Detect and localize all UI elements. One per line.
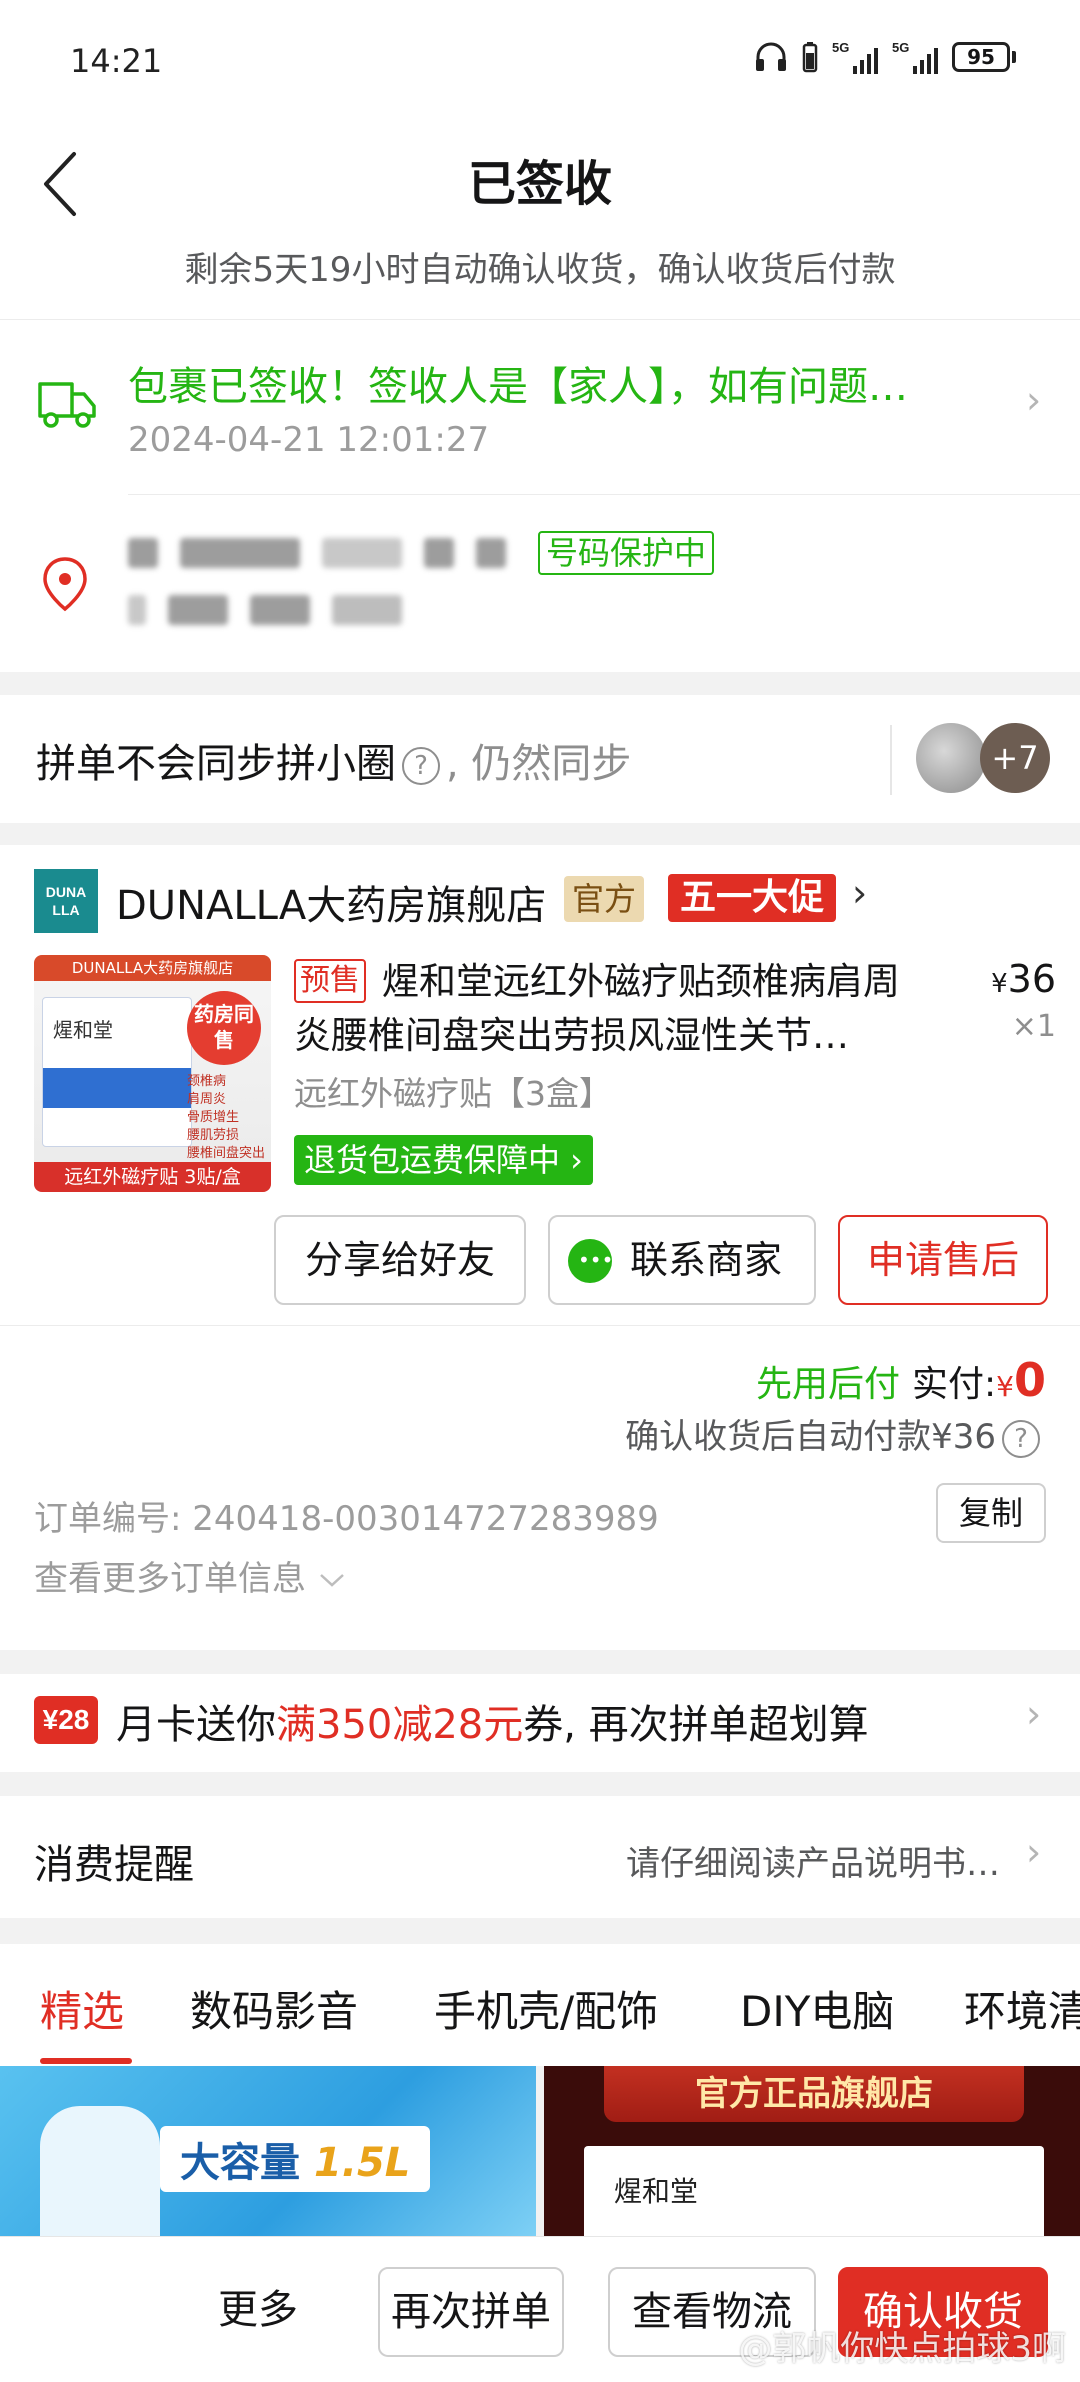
chevron-right-icon[interactable]: ›	[852, 871, 867, 915]
coupon-icon: ¥28	[34, 1696, 98, 1744]
more-order-info-link[interactable]: 查看更多订单信息	[34, 1551, 347, 1600]
location-pin-icon	[43, 557, 87, 612]
tab-digital-av[interactable]: 数码影音	[190, 1978, 358, 2039]
recommend-label: 大容量 1.5L	[160, 2126, 431, 2192]
headphones-icon	[756, 42, 786, 71]
redacted-address	[250, 595, 310, 625]
vertical-divider	[890, 725, 892, 795]
status-time: 14:21	[70, 42, 163, 80]
order-card: DUNA LLA DUNALLA大药房旗舰店 官方 五一大促 › DUNALLA…	[0, 845, 1080, 1650]
contact-seller-button[interactable]: ••• 联系商家	[548, 1215, 816, 1305]
battery-level: 95	[952, 42, 1010, 72]
promo-badge: 五一大促	[668, 874, 837, 922]
monthly-card-coupon-row[interactable]: ¥28 月卡送你满350减28元券, 再次拼单超划算 ›	[0, 1650, 1080, 1772]
bottle-image	[40, 2106, 160, 2236]
avatar	[916, 723, 986, 793]
shop-logo: DUNA LLA	[34, 869, 98, 933]
redacted-phone	[424, 538, 454, 568]
redacted-address	[128, 595, 146, 625]
more-button[interactable]: 更多	[218, 2277, 298, 2335]
phone-battery-icon	[802, 42, 818, 73]
autopay-note: 确认收货后自动付款¥36?	[625, 1409, 1046, 1458]
payment-summary: 先用后付 实付:¥0	[756, 1353, 1046, 1407]
recommend-item[interactable]: 官方正品旗舰店 煋和堂	[544, 2066, 1080, 2236]
recipient-info: 号码保护中	[128, 531, 715, 575]
recommend-tabs: 精选 数码影音 手机壳/配饰 DIY电脑 环境清	[0, 1944, 1080, 2066]
order-header: 已签收 剩余5天19小时自动确认收货，确认收货后付款	[0, 120, 1080, 320]
active-tab-indicator	[40, 2058, 132, 2064]
reminder-title: 消费提醒	[34, 1842, 194, 1888]
watermark: @郭帆你快点拍球3啊	[738, 2329, 1066, 2369]
page-title: 已签收	[467, 156, 612, 212]
signal-icon-2: 5G	[892, 40, 938, 74]
pharmacy-stamp: 药房同售	[187, 991, 261, 1065]
coupon-text: 月卡送你满350减28元券, 再次拼单超划算	[116, 1702, 869, 1748]
chat-icon: •••	[568, 1239, 613, 1283]
phone-protection-badge: 号码保护中	[538, 531, 715, 575]
product-image[interactable]: DUNALLA大药房旗舰店 煋和堂 药房同售 颈椎病 肩周炎 骨质增生 腰肌劳损…	[34, 955, 271, 1192]
redacted-name	[128, 538, 158, 568]
official-store-banner: 官方正品旗舰店	[604, 2066, 1024, 2122]
tab-featured[interactable]: 精选	[40, 1978, 124, 2039]
copy-button[interactable]: 复制	[936, 1483, 1046, 1543]
signal-icon-1: 5G	[832, 40, 878, 74]
paid-label: 实付:	[912, 1364, 997, 1405]
product-image-footer: 远红外磁疗贴 3贴/盒	[34, 1162, 271, 1192]
shop-name[interactable]: DUNALLA大药房旗舰店	[116, 873, 546, 931]
chevron-right-icon: ›	[1026, 1830, 1042, 1874]
status-icons: 5G 5G 95	[754, 40, 1016, 74]
address-detail	[128, 595, 424, 625]
more-members-avatar[interactable]: +7	[980, 723, 1050, 793]
product-quantity: ×1	[1011, 1009, 1056, 1044]
logistics-time: 2024-04-21 12:01:27	[128, 420, 490, 460]
return-shipping-badge[interactable]: 退货包运费保障中 ›	[294, 1135, 593, 1185]
redacted-address	[168, 595, 228, 625]
tab-diy-pc[interactable]: DIY电脑	[740, 1978, 894, 2039]
product-spec: 远红外磁疗贴【3盒】	[294, 1074, 612, 1113]
indication-list: 颈椎病 肩周炎 骨质增生 腰肌劳损 腰椎间盘突出	[186, 1074, 265, 1161]
paid-amount: 0	[1013, 1353, 1046, 1407]
redacted-phone	[322, 538, 402, 568]
group-sync-row: 拼单不会同步拼小圈?, 仍然同步 +7	[0, 695, 1080, 823]
shipping-address: 号码保护中	[0, 495, 1080, 672]
product-title[interactable]: 煋和堂远红外磁疗贴颈椎病肩周炎腰椎间盘突出劳损风湿性关节…	[294, 955, 934, 1063]
share-button[interactable]: 分享给好友	[274, 1215, 526, 1305]
order-number: 订单编号: 240418-003014727283989	[34, 1499, 659, 1539]
chevron-down-icon	[319, 1574, 344, 1587]
tab-phone-case[interactable]: 手机壳/配饰	[434, 1978, 658, 2039]
group-sync-text: 拼单不会同步拼小圈?, 仍然同步	[36, 741, 632, 787]
tab-environment[interactable]: 环境清	[964, 1978, 1080, 2039]
help-icon[interactable]: ?	[1002, 1419, 1040, 1458]
reorder-button[interactable]: 再次拼单	[378, 2267, 564, 2357]
product-price: ¥36	[991, 957, 1056, 1001]
chevron-right-icon: ›	[1026, 378, 1042, 422]
help-icon[interactable]: ?	[402, 747, 440, 785]
auto-confirm-note: 剩余5天19小时自动确认收货，确认收货后付款	[184, 250, 896, 290]
official-badge: 官方	[564, 876, 645, 922]
consumption-reminder-row[interactable]: 消费提醒 请仔细阅读产品说明书… ›	[0, 1796, 1080, 1918]
recommend-item[interactable]: 大容量 1.5L	[0, 2066, 536, 2236]
divider	[0, 1325, 1080, 1326]
chevron-right-icon: ›	[1026, 1692, 1042, 1736]
product-box-image: 煋和堂	[584, 2146, 1044, 2236]
redacted-address	[332, 595, 402, 625]
presale-tag: 预售	[294, 959, 366, 1003]
product-image-header: DUNALLA大药房旗舰店	[34, 955, 271, 981]
bottom-action-bar: 更多 再次拼单 查看物流 确认收货 @郭帆你快点拍球3啊	[0, 2236, 1080, 2382]
logistics-status-text: 包裹已签收！签收人是【家人】，如有问题…	[128, 364, 908, 410]
sync-anyway-link[interactable]: , 仍然同步	[446, 741, 631, 787]
redacted-phone	[476, 538, 506, 568]
logistics-status-row[interactable]: 包裹已签收！签收人是【家人】，如有问题… 2024-04-21 12:01:27…	[0, 320, 1080, 495]
truck-icon	[38, 382, 96, 428]
product-box: 煋和堂	[42, 997, 192, 1147]
redacted-phone	[180, 538, 300, 568]
pay-later-label: 先用后付	[756, 1364, 901, 1405]
battery-icon: 95	[952, 42, 1016, 72]
status-bar: 14:21 5G 5G 95	[0, 0, 1080, 120]
reminder-note: 请仔细阅读产品说明书…	[626, 1844, 1000, 1884]
after-sale-button[interactable]: 申请售后	[838, 1215, 1048, 1305]
